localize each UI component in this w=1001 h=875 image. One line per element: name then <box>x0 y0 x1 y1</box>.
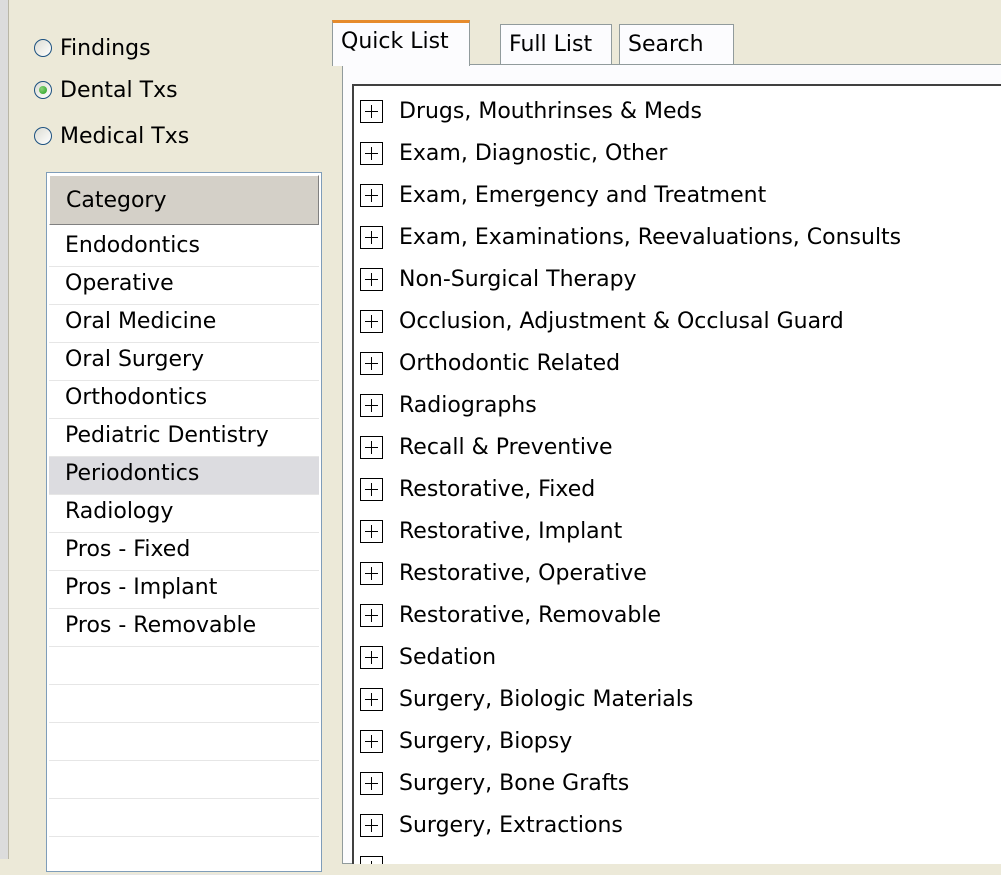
tree-node[interactable]: Radiographs <box>360 384 537 426</box>
radio-dental-txs[interactable]: Dental Txs <box>34 72 178 108</box>
category-empty-row <box>49 685 319 723</box>
category-empty-row <box>49 799 319 837</box>
tree-node-partial[interactable] <box>360 846 399 864</box>
tree-node[interactable]: Surgery, Bone Grafts <box>360 762 629 804</box>
tree-node-label: Restorative, Implant <box>399 518 623 544</box>
expand-plus-icon[interactable] <box>360 729 383 753</box>
radio-medical-txs[interactable]: Medical Txs <box>34 118 189 154</box>
category-list[interactable]: Category Endodontics Operative Oral Medi… <box>46 172 322 875</box>
tree-node-label: Occlusion, Adjustment & Occlusal Guard <box>399 308 844 334</box>
radio-findings[interactable]: Findings <box>34 30 151 66</box>
tree-node[interactable]: Surgery, Biologic Materials <box>360 678 693 720</box>
tree-node[interactable]: Drugs, Mouthrinses & Meds <box>360 90 702 132</box>
tree-node[interactable]: Orthodontic Related <box>360 342 620 384</box>
category-item-operative[interactable]: Operative <box>49 267 319 305</box>
tree-node[interactable]: Restorative, Implant <box>360 510 622 552</box>
expand-plus-icon[interactable] <box>360 99 383 123</box>
window-left-edge <box>0 0 9 859</box>
tree-node[interactable]: Non-Surgical Therapy <box>360 258 637 300</box>
tree-node[interactable]: Restorative, Fixed <box>360 468 595 510</box>
tree-node-label: Exam, Examinations, Reevaluations, Consu… <box>399 224 902 250</box>
tree-node-label: Restorative, Removable <box>399 602 662 628</box>
tree-node-label: Surgery, Extractions <box>399 812 623 838</box>
category-item-pros-implant[interactable]: Pros - Implant <box>49 571 319 609</box>
tree-node-label: Orthodontic Related <box>399 350 621 376</box>
expand-plus-icon[interactable] <box>360 309 383 333</box>
tree-node[interactable]: Restorative, Removable <box>360 594 661 636</box>
expand-plus-icon[interactable] <box>360 225 383 249</box>
radio-dental-txs-button[interactable] <box>34 81 52 99</box>
category-item-pros-fixed[interactable]: Pros - Fixed <box>49 533 319 571</box>
expand-plus-icon[interactable] <box>360 687 383 711</box>
tab-search[interactable]: Search <box>619 24 734 64</box>
category-item-periodontics[interactable]: Periodontics <box>49 457 319 495</box>
expand-plus-icon[interactable] <box>360 477 383 501</box>
tree-node[interactable]: Sedation <box>360 636 496 678</box>
expand-plus-icon[interactable] <box>360 519 383 543</box>
category-item-oral-medicine[interactable]: Oral Medicine <box>49 305 319 343</box>
expand-plus-icon[interactable] <box>360 435 383 459</box>
category-item-pros-removable[interactable]: Pros - Removable <box>49 609 319 647</box>
category-item-radiology[interactable]: Radiology <box>49 495 319 533</box>
expand-plus-icon[interactable] <box>360 393 383 417</box>
tree-node-label: Restorative, Fixed <box>399 476 596 502</box>
tree-node[interactable]: Exam, Diagnostic, Other <box>360 132 667 174</box>
tree-node[interactable]: Surgery, Extractions <box>360 804 623 846</box>
tree-node-label: Exam, Diagnostic, Other <box>399 140 668 166</box>
expand-plus-icon[interactable] <box>360 603 383 627</box>
tree-node[interactable]: Exam, Emergency and Treatment <box>360 174 766 216</box>
expand-plus-icon[interactable] <box>360 351 383 375</box>
expand-plus-icon[interactable] <box>360 141 383 165</box>
category-empty-row <box>49 723 319 761</box>
tree-node-label: Sedation <box>399 644 497 670</box>
tree-node-label: Surgery, Biologic Materials <box>399 686 694 712</box>
expand-plus-icon[interactable] <box>360 771 383 795</box>
tree-node[interactable]: Restorative, Operative <box>360 552 647 594</box>
category-item-orthodontics[interactable]: Orthodontics <box>49 381 319 419</box>
expand-plus-icon[interactable] <box>360 855 383 864</box>
category-empty-row <box>49 837 319 875</box>
tree-node[interactable]: Occlusion, Adjustment & Occlusal Guard <box>360 300 844 342</box>
expand-plus-icon[interactable] <box>360 645 383 669</box>
tab-full-list[interactable]: Full List <box>500 24 612 64</box>
category-empty-row <box>49 647 319 685</box>
category-item-pediatric-dentistry[interactable]: Pediatric Dentistry <box>49 419 319 457</box>
expand-plus-icon[interactable] <box>360 183 383 207</box>
radio-findings-label: Findings <box>60 35 151 61</box>
tree-node-label: Radiographs <box>399 392 537 418</box>
tree-node-label: Surgery, Biopsy <box>399 728 573 754</box>
tree-node-label: Drugs, Mouthrinses & Meds <box>399 98 702 124</box>
tree-node-label: Restorative, Operative <box>399 560 647 586</box>
category-column-header[interactable]: Category <box>49 175 319 225</box>
tab-quick-list[interactable]: Quick List <box>332 20 470 66</box>
expand-plus-icon[interactable] <box>360 813 383 837</box>
category-empty-row <box>49 761 319 799</box>
category-item-oral-surgery[interactable]: Oral Surgery <box>49 343 319 381</box>
tree-node-label: Recall & Preventive <box>399 434 613 460</box>
tree-node[interactable]: Surgery, Biopsy <box>360 720 572 762</box>
expand-plus-icon[interactable] <box>360 561 383 585</box>
radio-medical-txs-button[interactable] <box>34 127 52 145</box>
tree-node-label: Surgery, Bone Grafts <box>399 770 630 796</box>
expand-plus-icon[interactable] <box>360 267 383 291</box>
procedure-tree[interactable]: Drugs, Mouthrinses & Meds Exam, Diagnost… <box>352 84 1001 864</box>
tree-node-label: Exam, Emergency and Treatment <box>399 182 767 208</box>
tree-node-label: Non-Surgical Therapy <box>399 266 637 292</box>
radio-findings-button[interactable] <box>34 39 52 57</box>
tree-node[interactable]: Recall & Preventive <box>360 426 613 468</box>
radio-dental-txs-label: Dental Txs <box>60 77 178 103</box>
category-item-endodontics[interactable]: Endodontics <box>49 229 319 267</box>
radio-medical-txs-label: Medical Txs <box>60 123 190 149</box>
tree-node[interactable]: Exam, Examinations, Reevaluations, Consu… <box>360 216 901 258</box>
